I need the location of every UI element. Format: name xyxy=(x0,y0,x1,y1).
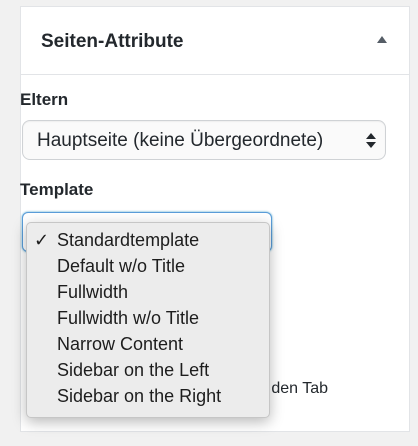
template-option-default-wo-title[interactable]: Default w/o Title xyxy=(57,255,185,277)
select-arrows-icon xyxy=(366,131,376,151)
panel-header[interactable]: Seiten-Attribute xyxy=(21,7,409,75)
parent-label: Eltern xyxy=(20,90,69,109)
template-option-fullwidth-wo-title[interactable]: Fullwidth w/o Title xyxy=(57,307,199,329)
template-dropdown-menu[interactable]: ✓ Standardtemplate Default w/o Title Ful… xyxy=(26,222,270,418)
panel-title: Seiten-Attribute xyxy=(41,31,184,52)
template-option-sidebar-left[interactable]: Sidebar on the Left xyxy=(57,359,209,381)
template-option-fullwidth[interactable]: Fullwidth xyxy=(57,281,128,303)
template-option-narrow-content[interactable]: Narrow Content xyxy=(57,333,183,355)
template-option-sidebar-right[interactable]: Sidebar on the Right xyxy=(57,385,221,407)
template-option-standardtemplate[interactable]: Standardtemplate xyxy=(57,229,199,251)
template-label: Template xyxy=(20,180,94,199)
parent-select-value: Hauptseite (keine Übergeordnete) xyxy=(37,130,324,151)
parent-select[interactable]: Hauptseite (keine Übergeordnete) xyxy=(22,120,386,160)
collapse-toggle-icon[interactable] xyxy=(377,36,387,43)
checkmark-icon: ✓ xyxy=(34,230,50,250)
